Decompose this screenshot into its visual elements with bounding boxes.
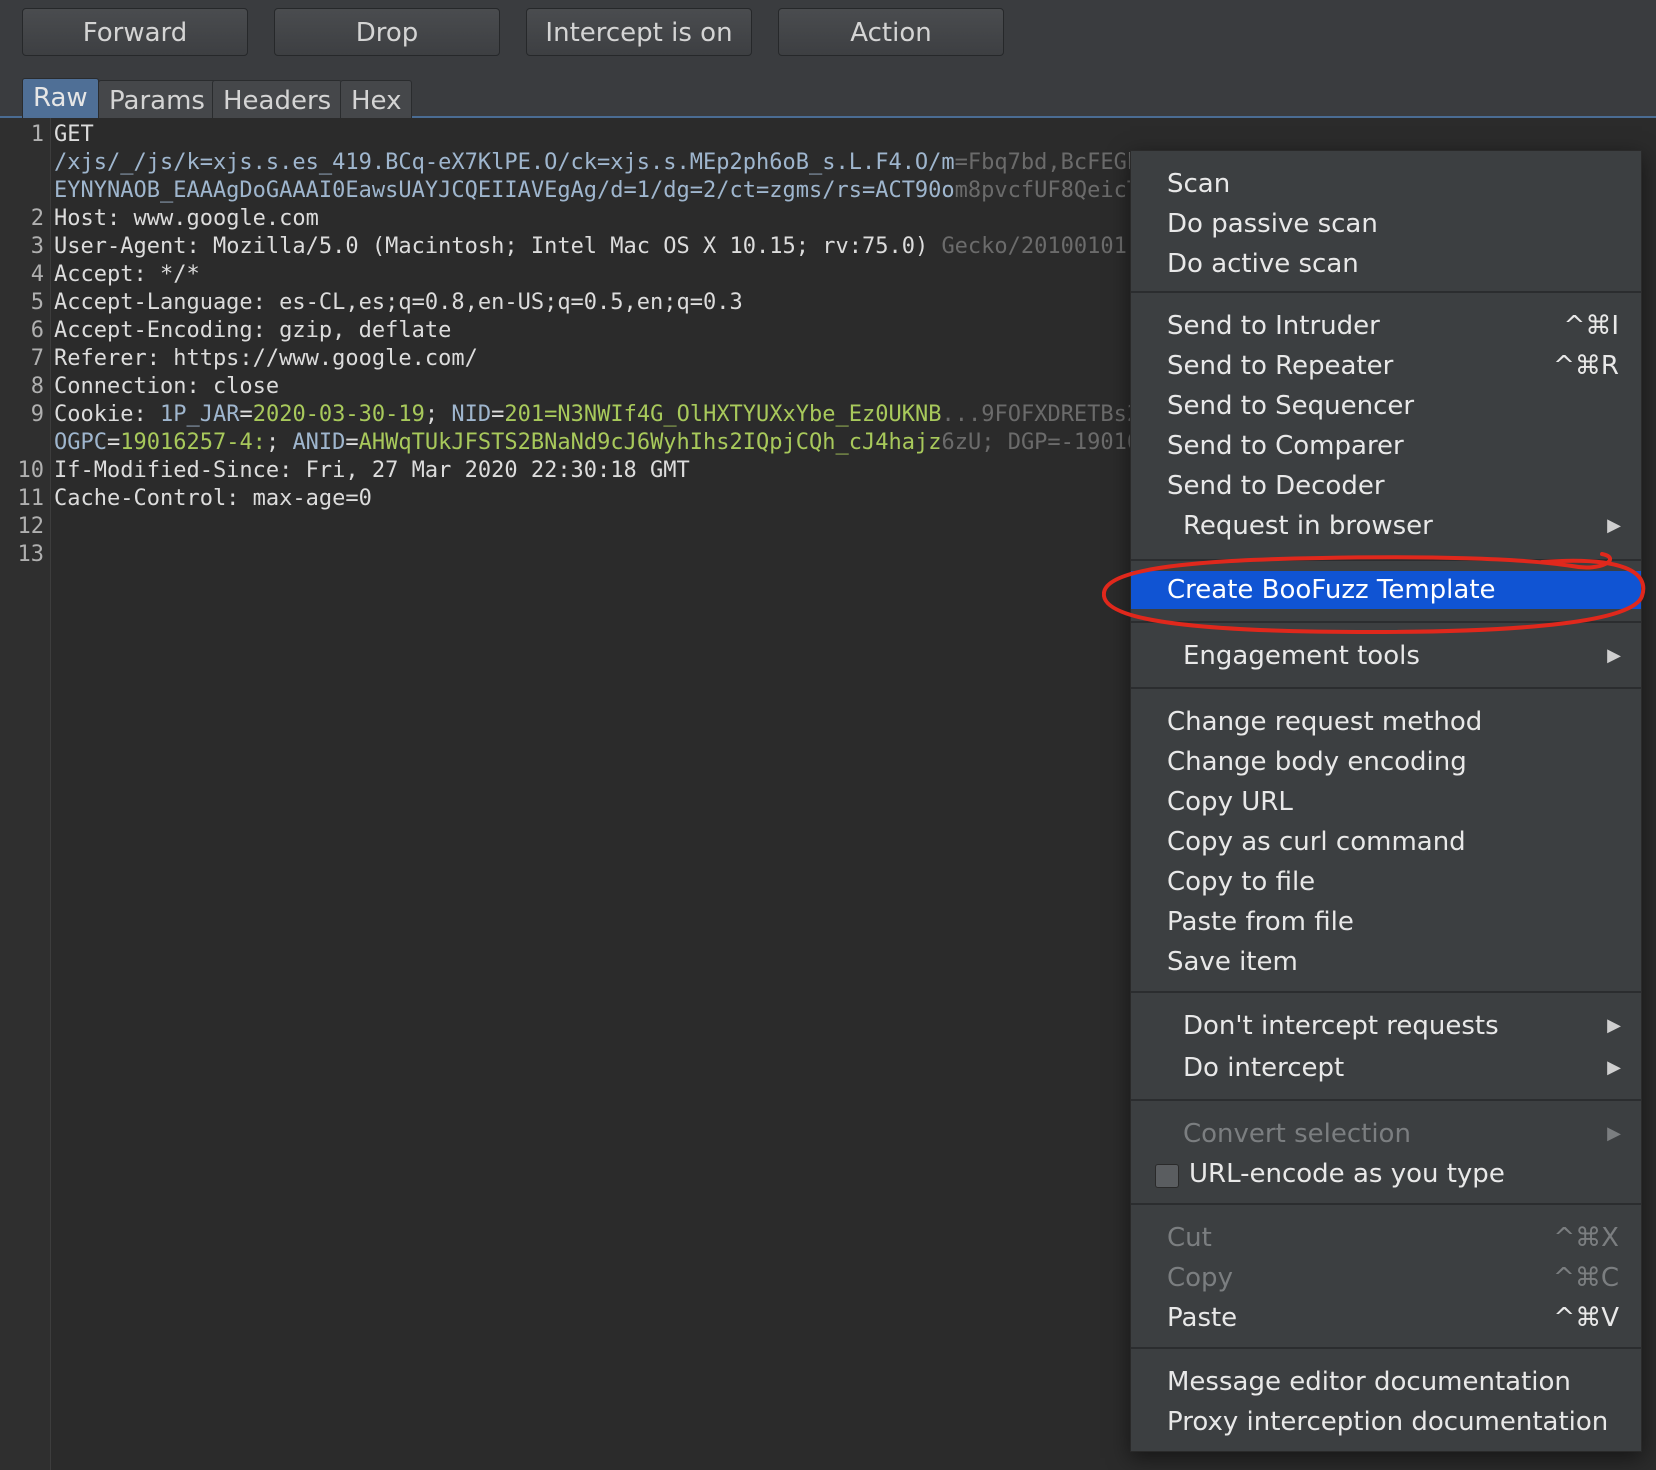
tab-headers[interactable]: Headers — [212, 80, 343, 118]
checkbox-icon[interactable] — [1155, 1164, 1179, 1188]
menu-separator — [1131, 687, 1641, 689]
shortcut-label: ^⌘X — [1553, 1223, 1619, 1253]
header-accept: Accept: */* — [54, 262, 200, 287]
header-if-modified-since: If-Modified-Since: Fri, 27 Mar 2020 22:3… — [54, 458, 690, 483]
menu-item-active-scan[interactable]: Do active scan — [1131, 245, 1641, 283]
intercept-toggle-button[interactable]: Intercept is on — [526, 8, 752, 56]
tab-raw[interactable]: Raw — [22, 78, 99, 118]
menu-item-change-body-encoding[interactable]: Change body encoding — [1131, 743, 1641, 781]
menu-item-paste[interactable]: Paste ^⌘V — [1131, 1299, 1641, 1337]
menu-separator — [1131, 559, 1641, 561]
request-line-method: GET — [54, 122, 94, 147]
header-cookie-cont: OGPC=19016257-4:; ANID=AHWqTUkJFSTS2BNaN… — [54, 430, 1180, 455]
menu-item-send-to-decoder[interactable]: Send to Decoder — [1131, 467, 1641, 505]
menu-item-paste-from-file[interactable]: Paste from file — [1131, 903, 1641, 941]
shortcut-label: ^⌘V — [1553, 1303, 1619, 1333]
menu-item-dont-intercept[interactable]: Don't intercept requests ▶ — [1131, 1007, 1641, 1045]
line-number: 12 — [17, 514, 45, 539]
cookie-value: AHWqTUkJFSTS2BNaNd9cJ6WyhIhs2IQpjCQh_cJ4… — [358, 430, 942, 455]
menu-item-change-request-method[interactable]: Change request method — [1131, 703, 1641, 741]
line-number: 4 — [30, 262, 44, 287]
header-key: Host: — [54, 206, 121, 231]
cookie-name: OGPC — [54, 430, 107, 455]
header-referer: Referer: https://www.google.com/ — [54, 346, 478, 371]
submenu-arrow-icon: ▶ — [1607, 1015, 1621, 1036]
menu-item-send-to-intruder[interactable]: Send to Intruder ^⌘I — [1131, 307, 1641, 345]
line-number: 11 — [17, 486, 45, 511]
line-number: 5 — [30, 290, 44, 315]
tab-hex[interactable]: Hex — [340, 80, 413, 118]
request-path-text: /xjs/_/js/k=xjs.s.es_419.BCq-eX7KlPE.O/c… — [54, 150, 955, 175]
menu-item-scan[interactable]: Scan — [1131, 165, 1641, 203]
cookie-name: ANID — [292, 430, 346, 455]
menu-item-convert-selection: Convert selection ▶ — [1131, 1115, 1641, 1153]
menu-item-send-to-sequencer[interactable]: Send to Sequencer — [1131, 387, 1641, 425]
line-number: 2 — [30, 206, 44, 231]
submenu-arrow-icon: ▶ — [1607, 1057, 1621, 1078]
menu-item-passive-scan[interactable]: Do passive scan — [1131, 205, 1641, 243]
menu-item-url-encode-toggle[interactable]: URL-encode as you type — [1131, 1155, 1641, 1193]
line-number: 9 — [30, 402, 44, 427]
header-connection: Connection: close — [54, 374, 280, 399]
menu-item-send-to-comparer[interactable]: Send to Comparer — [1131, 427, 1641, 465]
proxy-toolbar: Forward Drop Intercept is on Action — [0, 0, 1656, 76]
menu-item-message-editor-docs[interactable]: Message editor documentation — [1131, 1363, 1641, 1401]
menu-separator — [1131, 1347, 1641, 1349]
header-value: Mozilla/5.0 (Macintosh; Intel Mac OS X 1… — [199, 234, 942, 259]
menu-item-engagement-tools[interactable]: Engagement tools ▶ — [1131, 637, 1641, 675]
line-number: 3 — [30, 234, 44, 259]
cookie-value: 201=N3NWIf4G_OlHXTYUXxYbe_Ez0UKNB — [504, 402, 942, 427]
cookie-value: 19016257-4: — [120, 430, 266, 455]
header-user-agent: User-Agent: Mozilla/5.0 (Macintosh; Inte… — [54, 234, 1299, 259]
line-number: 8 — [30, 374, 44, 399]
tab-params[interactable]: Params — [98, 80, 216, 118]
shortcut-label: ^⌘R — [1553, 351, 1619, 381]
line-number: 7 — [30, 346, 44, 371]
header-key: Cookie: — [54, 402, 160, 427]
menu-item-copy: Copy ^⌘C — [1131, 1259, 1641, 1297]
header-cache-control: Cache-Control: max-age=0 — [54, 486, 372, 511]
menu-item-proxy-interception-docs[interactable]: Proxy interception documentation — [1131, 1403, 1641, 1441]
menu-item-copy-to-file[interactable]: Copy to file — [1131, 863, 1641, 901]
menu-item-copy-url[interactable]: Copy URL — [1131, 783, 1641, 821]
menu-separator — [1131, 991, 1641, 993]
menu-item-cut: Cut ^⌘X — [1131, 1219, 1641, 1257]
header-cookie: Cookie: 1P_JAR=2020-03-30-19; NID=201=N3… — [54, 402, 1207, 427]
line-number-gutter: 1 2 3 4 5 6 7 8 9 10 11 12 13 — [0, 118, 51, 1470]
menu-item-save-item[interactable]: Save item — [1131, 943, 1641, 981]
menu-item-request-in-browser[interactable]: Request in browser ▶ — [1131, 507, 1641, 545]
shortcut-label: ^⌘I — [1563, 311, 1619, 341]
menu-item-do-intercept[interactable]: Do intercept ▶ — [1131, 1049, 1641, 1087]
cookie-name: 1P_JAR — [159, 402, 240, 427]
menu-item-send-to-repeater[interactable]: Send to Repeater ^⌘R — [1131, 347, 1641, 385]
header-accept-encoding: Accept-Encoding: gzip, deflate — [54, 318, 452, 343]
context-menu: Scan Do passive scan Do active scan Send… — [1130, 150, 1642, 1452]
message-tabs: Raw Params Headers Hex — [0, 76, 1656, 118]
shortcut-label: ^⌘C — [1553, 1263, 1619, 1293]
menu-separator — [1131, 291, 1641, 293]
drop-button[interactable]: Drop — [274, 8, 500, 56]
submenu-arrow-icon: ▶ — [1607, 1123, 1621, 1144]
line-number: 10 — [17, 458, 45, 483]
cookie-name: NID — [451, 402, 492, 427]
submenu-arrow-icon: ▶ — [1607, 645, 1621, 666]
header-host: Host: www.google.com — [54, 206, 319, 231]
header-key: User-Agent: — [54, 234, 200, 259]
line-number: 13 — [17, 542, 45, 567]
menu-item-create-boofuzz-template[interactable]: Create BooFuzz Template — [1131, 571, 1641, 609]
menu-separator — [1131, 1203, 1641, 1205]
menu-separator — [1131, 621, 1641, 623]
header-accept-language: Accept-Language: es-CL,es;q=0.8,en-US;q=… — [54, 290, 743, 315]
line-number: 6 — [30, 318, 44, 343]
menu-item-copy-as-curl[interactable]: Copy as curl command — [1131, 823, 1641, 861]
request-path-text: EYNYNAOB_EAAAgDoGAAAI0EawsUAYJCQEIIAVEgA… — [54, 178, 955, 203]
header-value: www.google.com — [120, 206, 319, 231]
cookie-value: 2020-03-30-19 — [252, 402, 425, 427]
menu-separator — [1131, 1099, 1641, 1101]
submenu-arrow-icon: ▶ — [1607, 515, 1621, 536]
line-number: 1 — [30, 122, 44, 147]
action-button[interactable]: Action — [778, 8, 1004, 56]
forward-button[interactable]: Forward — [22, 8, 248, 56]
